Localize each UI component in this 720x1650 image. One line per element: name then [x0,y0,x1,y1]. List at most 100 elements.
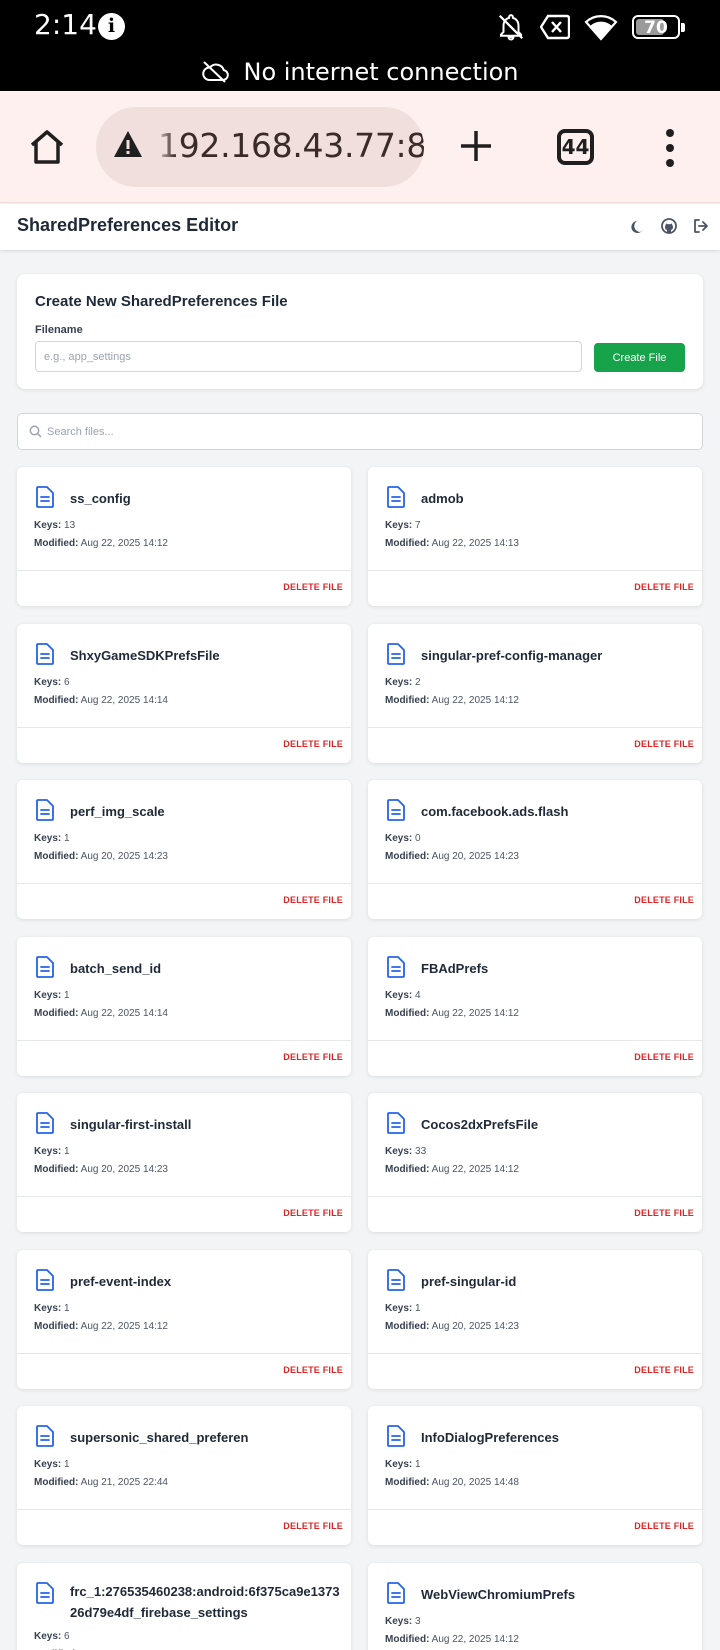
delete-file-button[interactable]: DELETE FILE [634,895,694,905]
file-name[interactable]: ShxyGameSDKPrefsFile [70,645,340,666]
no-sim-icon [540,14,570,40]
file-card[interactable]: InfoDialogPreferences Keys: 1 Modified: … [368,1406,702,1545]
keys-value: 1 [64,1146,70,1157]
warning-icon[interactable] [112,129,144,159]
card-divider [368,1352,702,1354]
file-card[interactable]: ShxyGameSDKPrefsFile Keys: 6 Modified: A… [17,623,351,763]
file-icon [36,1425,54,1447]
new-tab-button[interactable] [459,129,493,168]
file-name[interactable]: com.facebook.ads.flash [421,801,691,822]
delete-file-button[interactable]: DELETE FILE [283,1208,343,1218]
delete-file-button[interactable]: DELETE FILE [283,1521,343,1531]
more-menu-button[interactable] [665,129,675,167]
file-name[interactable]: pref-singular-id [421,1271,691,1292]
file-card[interactable]: supersonic_shared_preferen Keys: 1 Modif… [17,1406,351,1545]
search-input[interactable] [47,419,687,445]
modified-label: Modified: [385,1320,430,1332]
keys-label: Keys: [385,1459,413,1470]
keys-value: 1 [415,1459,421,1470]
file-keys: Keys: 2 [385,677,421,688]
file-name[interactable]: WebViewChromiumPrefs [421,1584,691,1605]
file-icon [387,642,405,665]
file-modified: Modified: Aug 22, 2025 14:14 [34,1008,168,1019]
plus-icon [461,131,491,161]
file-name[interactable]: singular-first-install [70,1114,340,1135]
keys-label: Keys: [385,520,413,531]
file-name[interactable]: batch_send_id [70,958,340,979]
file-card[interactable]: WebViewChromiumPrefs Keys: 3 Modified: A… [368,1562,702,1650]
file-card[interactable]: admob Keys: 7 Modified: Aug 22, 2025 14:… [368,467,702,606]
file-card[interactable]: pref-singular-id Keys: 1 Modified: Aug 2… [368,1249,702,1389]
delete-file-button[interactable]: DELETE FILE [283,1052,343,1062]
file-card[interactable]: Cocos2dxPrefsFile Keys: 33 Modified: Aug… [368,1093,702,1232]
file-icon [387,955,405,978]
modified-label: Modified: [34,538,79,549]
delete-file-button[interactable]: DELETE FILE [634,582,694,592]
filename-input[interactable] [35,341,582,372]
dark-mode-icon[interactable] [628,217,646,235]
delete-file-button[interactable]: DELETE FILE [283,582,343,592]
keys-value: 1 [64,833,70,844]
file-name[interactable]: supersonic_shared_preferen [70,1427,340,1448]
modified-value: Aug 20, 2025 14:23 [80,1164,168,1175]
url-text[interactable]: 192.168.43.77:8080 [158,126,424,165]
keys-value: 6 [64,676,70,688]
file-card[interactable]: frc_1:276535460238:android:6f375ca9e1373… [17,1562,351,1650]
file-keys: Keys: 6 [34,677,70,688]
tab-switcher-button[interactable]: 44 [557,129,594,165]
card-divider [368,883,702,884]
modified-label: Modified: [385,851,430,862]
battery-icon: 70 [632,15,685,39]
file-name[interactable]: ss_config [70,488,340,509]
file-name[interactable]: perf_img_scale [70,801,340,822]
file-keys: Keys: 13 [34,520,75,531]
modified-value: Aug 20, 2025 14:48 [431,1477,519,1488]
keys-label: Keys: [385,1302,413,1314]
keys-label: Keys: [385,1615,413,1627]
create-file-button[interactable]: Create File [594,343,685,372]
keys-label: Keys: [385,1146,413,1157]
file-name[interactable]: admob [421,488,691,509]
file-modified: Modified: Aug 22, 2025 14:12 [34,538,168,549]
modified-label: Modified: [34,851,79,862]
file-modified: Modified: Aug 22, 2025 14:14 [34,695,168,706]
file-modified: Modified: Aug 20, 2025 14:23 [34,1164,168,1175]
file-card[interactable]: com.facebook.ads.flash Keys: 0 Modified:… [368,780,702,919]
file-card[interactable]: singular-pref-config-manager Keys: 2 Mod… [368,623,702,763]
file-name[interactable]: singular-pref-config-manager [421,645,691,666]
home-button[interactable] [28,128,66,171]
delete-file-button[interactable]: DELETE FILE [634,739,694,749]
card-divider [17,570,351,571]
file-card[interactable]: singular-first-install Keys: 1 Modified:… [17,1093,351,1232]
file-card[interactable]: perf_img_scale Keys: 1 Modified: Aug 20,… [17,780,351,919]
file-card[interactable]: FBAdPrefs Keys: 4 Modified: Aug 22, 2025… [368,936,702,1076]
card-divider [368,1196,702,1197]
github-icon[interactable] [660,217,678,235]
search-icon [29,425,42,438]
file-name[interactable]: Cocos2dxPrefsFile [421,1114,691,1135]
delete-file-button[interactable]: DELETE FILE [283,1365,343,1375]
file-name[interactable]: frc_1:276535460238:android:6f375ca9e1373… [70,1581,340,1623]
file-card[interactable]: batch_send_id Keys: 1 Modified: Aug 22, … [17,936,351,1076]
file-name[interactable]: FBAdPrefs [421,958,691,979]
info-icon: i [98,13,125,40]
logout-icon[interactable] [692,217,710,235]
file-card[interactable]: pref-event-index Keys: 1 Modified: Aug 2… [17,1249,351,1389]
delete-file-button[interactable]: DELETE FILE [634,1365,694,1375]
delete-file-button[interactable]: DELETE FILE [283,895,343,905]
modified-label: Modified: [385,1164,430,1175]
file-name[interactable]: InfoDialogPreferences [421,1427,691,1448]
file-card[interactable]: ss_config Keys: 13 Modified: Aug 22, 202… [17,467,351,606]
delete-file-button[interactable]: DELETE FILE [634,1208,694,1218]
delete-file-button[interactable]: DELETE FILE [634,1052,694,1062]
delete-file-button[interactable]: DELETE FILE [283,739,343,749]
address-bar[interactable]: 192.168.43.77:8080 [96,107,424,187]
delete-file-button[interactable]: DELETE FILE [634,1521,694,1531]
modified-value: Aug 22, 2025 14:12 [431,694,519,706]
file-icon [36,1112,54,1134]
keys-value: 0 [415,833,421,844]
page-title: SharedPreferences Editor [17,215,239,235]
search-box[interactable] [17,413,703,450]
wifi-icon [584,15,618,41]
file-name[interactable]: pref-event-index [70,1271,340,1292]
